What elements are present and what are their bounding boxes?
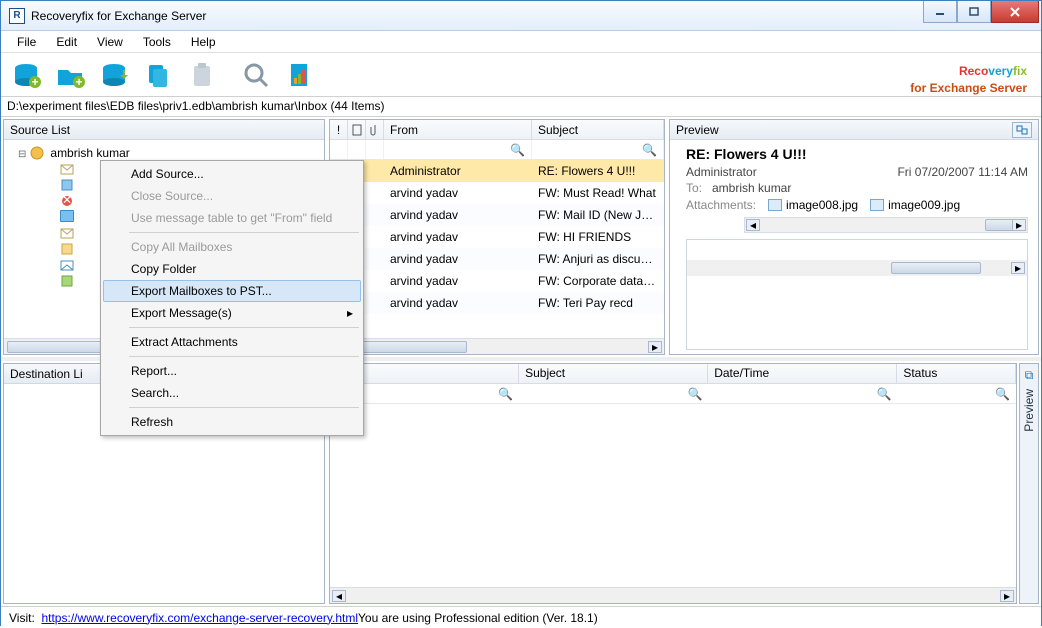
side-preview-tab[interactable]: ⧉ Preview [1019, 363, 1039, 604]
path-bar: D:\experiment files\EDB files\priv1.edb\… [1, 97, 1041, 117]
search-icon: 🔍 [642, 143, 657, 157]
context-menu-item[interactable]: Search... [103, 382, 361, 404]
preview-to-label: To: [686, 181, 712, 195]
close-button[interactable] [991, 1, 1039, 23]
message-filter-row: 🔍 🔍 [330, 140, 664, 160]
table-row[interactable]: arvind yadavFW: Must Read! What [330, 182, 664, 204]
search-icon: 🔍 [995, 387, 1010, 401]
menu-edit[interactable]: Edit [46, 33, 87, 51]
dest-col-datetime[interactable]: Date/Time [708, 364, 897, 383]
table-row[interactable]: arvind yadavFW: HI FRIENDS [330, 226, 664, 248]
context-menu[interactable]: Add Source...Close Source...Use message … [100, 160, 364, 436]
table-row[interactable]: AdministratorRE: Flowers 4 U!!! [330, 160, 664, 182]
col-attach-icon[interactable] [366, 120, 384, 139]
context-menu-item: Copy All Mailboxes [103, 236, 361, 258]
menu-file[interactable]: File [7, 33, 46, 51]
message-list-panel: ! From Subject 🔍 🔍 AdministratorRE: Flow… [329, 119, 665, 355]
preview-to: ambrish kumar [712, 181, 791, 195]
dest-col-subject[interactable]: Subject [519, 364, 708, 383]
edition-label: You are using Professional edition (Ver.… [358, 611, 598, 625]
attach-label: Attachments: [686, 198, 756, 212]
maximize-button[interactable] [957, 1, 991, 23]
table-row[interactable]: arvind yadavFW: Mail ID (New Joine [330, 204, 664, 226]
window-title: Recoveryfix for Exchange Server [31, 9, 923, 23]
menu-help[interactable]: Help [181, 33, 226, 51]
filter-subject[interactable]: 🔍 [532, 140, 664, 159]
context-menu-item: Use message table to get "From" field [103, 207, 361, 229]
copy-icon[interactable] [139, 56, 177, 94]
context-menu-item[interactable]: Refresh [103, 411, 361, 433]
preview-subject: RE: Flowers 4 U!!! [686, 146, 1028, 162]
visit-link[interactable]: https://www.recoveryfix.com/exchange-ser… [41, 611, 358, 625]
title-bar: R Recoveryfix for Exchange Server [1, 1, 1041, 31]
menu-view[interactable]: View [87, 33, 133, 51]
message-scrollbar[interactable]: ▸ [330, 338, 664, 354]
context-menu-item[interactable]: Export Mailboxes to PST... [103, 280, 361, 302]
dest-col-status[interactable]: Status [897, 364, 1016, 383]
search-icon: 🔍 [510, 143, 525, 157]
svg-text:+: + [31, 75, 38, 89]
preview-content[interactable]: ▸ [686, 239, 1028, 350]
attachment-item[interactable]: image009.jpg [870, 198, 960, 212]
filter-from[interactable]: 🔍 [384, 140, 532, 159]
menu-tools[interactable]: Tools [133, 33, 181, 51]
table-row[interactable]: arvind yadavFW: Teri Pay recd [330, 292, 664, 314]
svg-text:+: + [75, 75, 82, 89]
image-icon [768, 199, 782, 211]
status-bar: Visit: https://www.recoveryfix.com/excha… [1, 606, 1041, 628]
context-menu-item[interactable]: Export Message(s)▸ [103, 302, 361, 324]
preview-date: Fri 07/20/2007 11:14 AM [897, 165, 1028, 179]
search-icon[interactable] [237, 56, 275, 94]
preview-header: Preview [670, 120, 1038, 140]
search-icon: 🔍 [877, 387, 892, 401]
destination-main-panel: From Subject Date/Time Status 🔍 🔍 🔍 🔍 ◂▸ [329, 363, 1017, 604]
attachment-item[interactable]: image008.jpg [768, 198, 858, 212]
brand-logo: Recoveryfix for Exchange Server [910, 55, 1027, 95]
dest-filter-subject[interactable]: 🔍 [519, 384, 708, 403]
report-icon[interactable] [281, 56, 319, 94]
add-source-icon[interactable]: + [7, 56, 45, 94]
preview-link-icon[interactable] [1012, 122, 1032, 138]
svg-text:✕: ✕ [62, 194, 72, 207]
preview-tab-icon: ⧉ [1025, 368, 1034, 383]
context-menu-item[interactable]: Copy Folder [103, 258, 361, 280]
search-icon: 🔍 [498, 387, 513, 401]
dest-scrollbar[interactable]: ◂▸ [330, 587, 1016, 603]
dest-filter-status[interactable]: 🔍 [898, 384, 1016, 403]
tree-node-selected[interactable]: ambrish kumar [50, 146, 129, 160]
message-rows[interactable]: AdministratorRE: Flowers 4 U!!!arvind ya… [330, 160, 664, 338]
search-icon: 🔍 [687, 387, 702, 401]
menu-bar: File Edit View Tools Help [1, 31, 1041, 53]
preview-panel: Preview RE: Flowers 4 U!!! Administrator… [669, 119, 1039, 355]
image-icon [870, 199, 884, 211]
context-menu-item[interactable]: Add Source... [103, 163, 361, 185]
app-icon: R [9, 8, 25, 24]
minimize-button[interactable] [923, 1, 957, 23]
save-db-icon[interactable] [95, 56, 133, 94]
visit-label: Visit: [9, 611, 35, 625]
context-menu-item: Close Source... [103, 185, 361, 207]
table-row[interactable]: arvind yadavFW: Anjuri as discussed [330, 248, 664, 270]
table-row[interactable]: arvind yadavFW: Corporate database [330, 270, 664, 292]
col-type-icon[interactable] [348, 120, 366, 139]
context-menu-item[interactable]: Extract Attachments [103, 331, 361, 353]
message-columns: ! From Subject [330, 120, 664, 140]
col-priority-icon[interactable]: ! [330, 120, 348, 139]
attach-scrollbar[interactable]: ◂▸ [744, 217, 1028, 233]
col-from[interactable]: From [384, 120, 532, 139]
dest-filter-datetime[interactable]: 🔍 [708, 384, 897, 403]
paste-icon[interactable] [183, 56, 221, 94]
col-subject[interactable]: Subject [532, 120, 664, 139]
preview-from: Administrator [686, 165, 757, 179]
toolbar: + + Recoveryfix for Exchange Server [1, 53, 1041, 97]
open-folder-icon[interactable]: + [51, 56, 89, 94]
source-list-header: Source List [4, 120, 324, 140]
context-menu-item[interactable]: Report... [103, 360, 361, 382]
